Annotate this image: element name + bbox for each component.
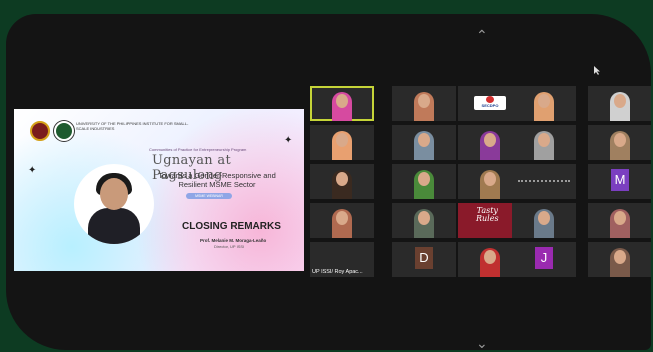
sparkle-icon: ✦ — [28, 165, 37, 176]
video-off-placeholder — [518, 180, 570, 184]
section-heading: CLOSING REMARKS — [182, 221, 281, 232]
up-seal-logo — [30, 121, 50, 141]
participant-tile[interactable] — [310, 164, 374, 199]
participant-tile[interactable] — [588, 86, 651, 121]
participant-tile[interactable] — [392, 86, 456, 121]
institute-name: UNIVERSITY OF THE PHILIPPINES INSTITUTE … — [76, 121, 189, 131]
up-issi-logo — [54, 121, 74, 141]
participant-tile[interactable]: M — [588, 164, 651, 199]
participant-initial-avatar: D — [415, 247, 433, 269]
tasty-rules-logo: Tasty Rules — [476, 206, 499, 223]
participant-name-label: UP ISSI/ Roy Apac... — [312, 269, 363, 275]
participant-face — [484, 133, 496, 147]
participant-tile[interactable] — [588, 203, 651, 238]
participant-tile[interactable]: J — [512, 242, 576, 277]
participant-tile[interactable] — [392, 203, 456, 238]
program-name: Communities of Practice for Entrepreneur… — [149, 147, 247, 152]
participant-face — [418, 94, 430, 108]
sparkle-icon: ✦ — [284, 135, 293, 146]
participant-face — [614, 94, 626, 108]
slide-subtitle: Towards a Gender-Responsive and Resilien… — [158, 171, 276, 189]
green-frame: ⌃ UNIVERSITY OF THE PHILIPPINES INSTITUT… — [0, 0, 653, 352]
participant-tile[interactable]: UP ISSI/ Roy Apac... — [310, 242, 374, 277]
chevron-up-icon[interactable]: ⌃ — [476, 28, 488, 42]
participant-initial-avatar: M — [611, 169, 629, 191]
participant-initial-avatar: J — [535, 247, 553, 269]
participant-face — [418, 211, 430, 225]
participant-tile[interactable] — [310, 86, 374, 121]
participant-face — [538, 94, 550, 108]
participant-tile[interactable] — [512, 164, 576, 199]
participant-tile[interactable] — [392, 125, 456, 160]
participant-face — [614, 133, 626, 147]
speaker-name: Prof. Melanie M. Moraga-Leaño — [200, 238, 267, 243]
participant-face — [336, 94, 348, 108]
shared-screen-slide: UNIVERSITY OF THE PHILIPPINES INSTITUTE … — [14, 109, 304, 271]
participant-face — [336, 211, 348, 225]
participant-face — [484, 250, 496, 264]
participant-face — [614, 250, 626, 264]
webinar-pill: MSME WEBINAR — [186, 193, 232, 199]
speaker-role: Director, UP ISSI — [214, 244, 245, 249]
participant-face — [336, 172, 348, 186]
participant-tile[interactable] — [588, 125, 651, 160]
speaker-portrait — [74, 164, 154, 244]
participant-tile[interactable] — [512, 86, 576, 121]
participant-face — [418, 133, 430, 147]
participant-face — [336, 133, 348, 147]
participant-tile[interactable]: D — [392, 242, 456, 277]
participant-face — [538, 211, 550, 225]
participant-tile[interactable] — [588, 242, 651, 277]
mouse-cursor-icon — [594, 66, 600, 75]
secdpo-logo: SECDPO — [474, 96, 506, 110]
participant-face — [484, 172, 496, 186]
participant-tile[interactable] — [392, 164, 456, 199]
participant-face — [538, 133, 550, 147]
participant-tile[interactable] — [310, 125, 374, 160]
chevron-down-icon[interactable]: ⌄ — [476, 336, 488, 350]
participant-face — [418, 172, 430, 186]
participant-tile[interactable] — [512, 203, 576, 238]
participant-face — [614, 211, 626, 225]
zoom-meeting-window: ⌃ UNIVERSITY OF THE PHILIPPINES INSTITUT… — [6, 14, 651, 350]
participant-tile[interactable] — [310, 203, 374, 238]
participant-tile[interactable] — [512, 125, 576, 160]
